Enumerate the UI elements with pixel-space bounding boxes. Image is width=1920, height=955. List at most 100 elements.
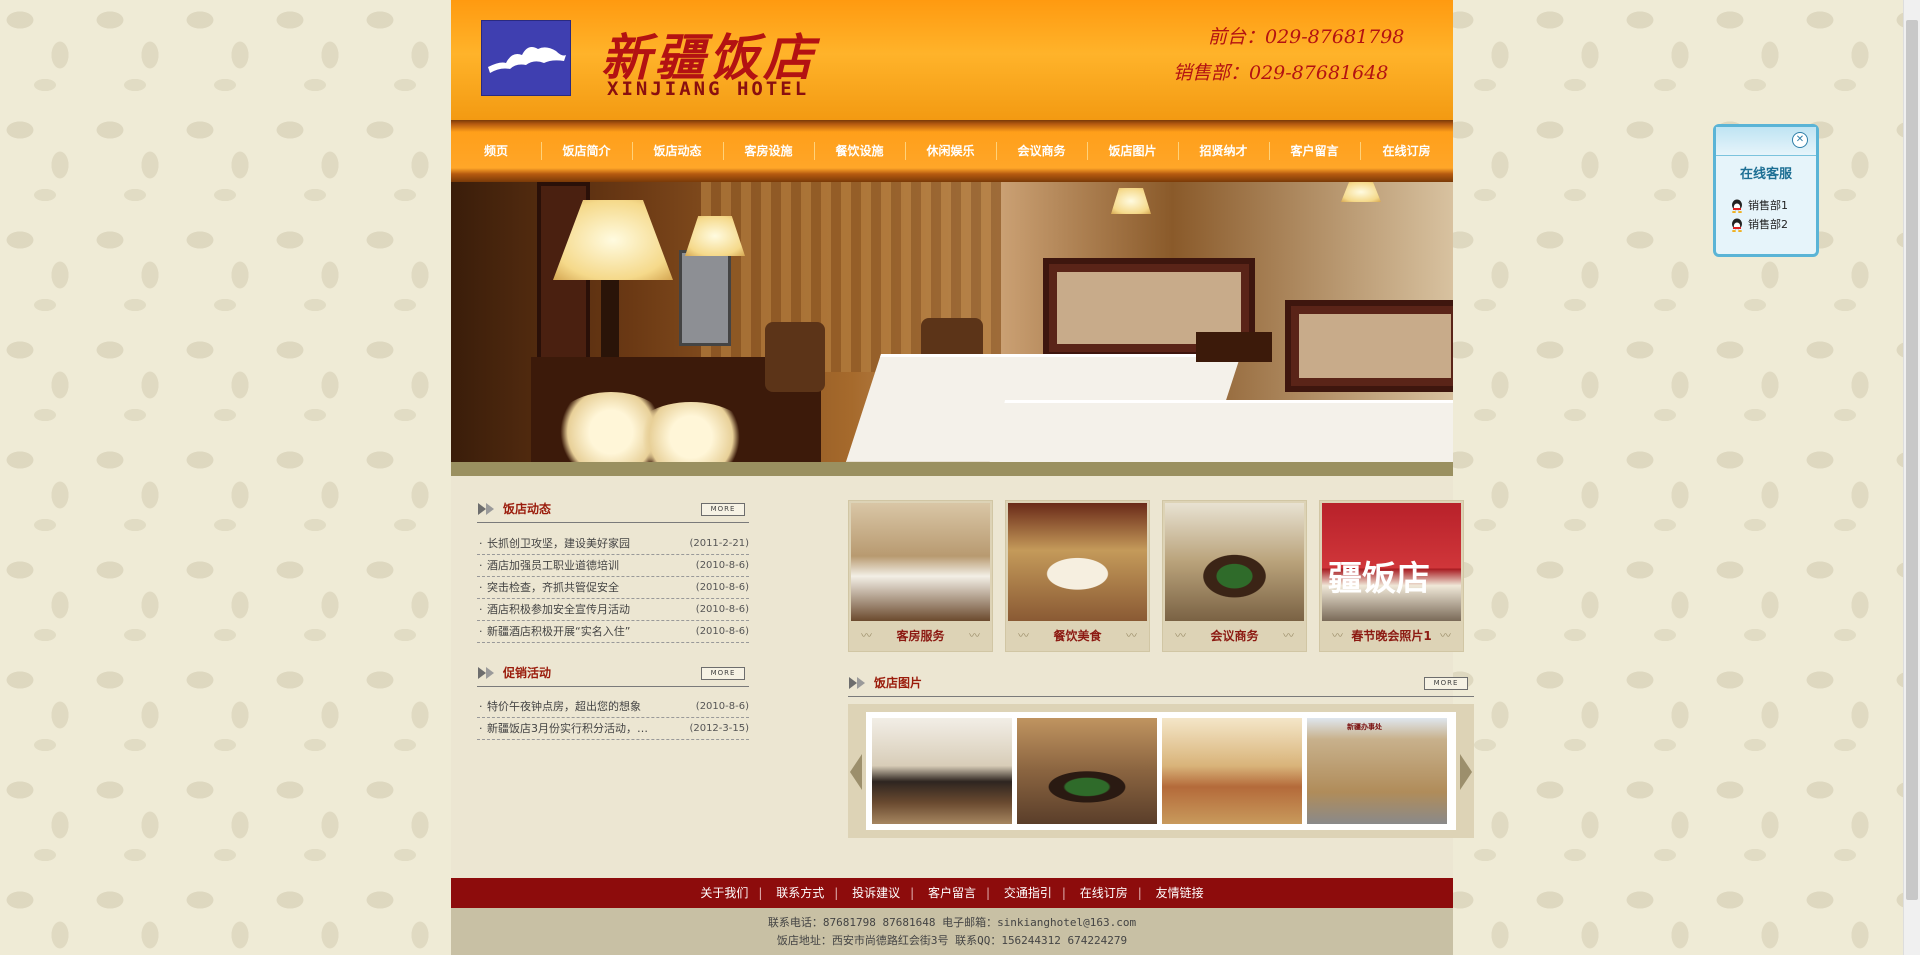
news-title[interactable]: 酒店积极参加安全宣传月活动 [487,603,630,616]
news-date: (2011-2-21) [689,538,749,549]
news-box-title: 饭店动态 [503,502,552,516]
nav-item-messages[interactable]: 客户留言 [1269,134,1360,168]
nav-item-news[interactable]: 饭店动态 [632,134,723,168]
footer-link-friends[interactable]: 友情链接 [1146,886,1214,900]
building-sign: 新疆办事处 [1347,723,1382,731]
list-item[interactable]: 特价午夜钟点房，超出您的想象 (2010-8-6) [477,696,749,718]
room-service-photo[interactable] [851,503,990,621]
service-contact-label[interactable]: 销售部2 [1748,218,1788,231]
mountain-logo-icon [488,47,566,73]
nav-item-business[interactable]: 会议商务 [996,134,1087,168]
list-item[interactable]: 突击检查，齐抓共管促安全 (2010-8-6) [477,577,749,599]
nav-item-booking[interactable]: 在线订房 [1360,134,1453,168]
nav-item-home[interactable]: 频页 [451,134,541,168]
service-contact-2[interactable]: 销售部2 [1730,216,1788,234]
hotel-logo[interactable] [481,20,571,96]
gallery-photo-meeting[interactable] [1017,718,1157,824]
news-title[interactable]: 酒店加强员工职业道德培训 [487,559,619,572]
feature-card-rooms[interactable]: 客房服务 [848,500,993,652]
page-wrapper: 新疆饭店 XINJIANG HOTEL 前台：029-87681798 销售部：… [451,0,1474,955]
news-more-button[interactable]: MORE [701,503,745,516]
dining-photo[interactable] [1008,503,1147,621]
feature-label[interactable]: 春节晚会照片1 [1320,624,1463,648]
promo-date: (2012-3-15) [689,723,749,734]
nav-item-careers[interactable]: 招贤纳才 [1178,134,1269,168]
list-item[interactable]: 酒店加强员工职业道德培训 (2010-8-6) [477,555,749,577]
carousel-prev-arrow-icon[interactable] [850,754,862,790]
list-item[interactable]: 长抓创卫攻坚，建设美好家园 (2011-2-21) [477,533,749,555]
meeting-room-photo[interactable] [1165,503,1304,621]
armchair [765,322,825,392]
news-box-header: 饭店动态 MORE [477,498,749,523]
promo-box-title: 促销活动 [503,666,552,680]
service-contact-1[interactable]: 销售部1 [1730,197,1788,215]
gallery-title: 饭店图片 [874,676,923,690]
gallery-photo-building[interactable]: 新疆办事处 [1307,718,1447,824]
footer-links-bar: 关于我们 | 联系方式 | 投诉建议 | 客户留言 | 交通指引 | 在线订房 | 友情链接 [451,878,1453,908]
television [679,250,731,346]
front-desk-phone: 前台：029-87681798 [1208,26,1405,48]
footer-link-complaints[interactable]: 投诉建议 [842,886,910,900]
feature-label[interactable]: 会议商务 [1163,624,1306,648]
news-date: (2010-8-6) [695,582,749,593]
news-title[interactable]: 突击检查，齐抓共管促安全 [487,581,619,594]
double-arrow-icon [478,503,494,515]
list-item[interactable]: 新疆酒店积极开展“实名入住” (2010-8-6) [477,621,749,643]
site-header: 新疆饭店 XINJIANG HOTEL 前台：029-87681798 销售部：… [451,0,1453,120]
nav-item-leisure[interactable]: 休闲娱乐 [905,134,996,168]
qq-penguin-icon [1732,218,1742,232]
gallery-more-button[interactable]: MORE [1424,677,1468,690]
photo-carousel: 新疆办事处 [848,704,1474,838]
footer-contact-line: 联系电话：87681798 87681648 电子邮箱：sinkianghote… [767,916,1137,929]
feature-label[interactable]: 客房服务 [849,624,992,648]
news-title[interactable]: 新疆酒店积极开展“实名入住” [487,625,630,638]
hero-banner-hotel-room [451,182,1453,462]
sales-phone: 销售部：029-87681648 [1173,62,1389,84]
main-content: 饭店动态 MORE 长抓创卫攻坚，建设美好家园 (2011-2-21) 酒店加强员… [451,476,1474,878]
footer-link-contact[interactable]: 联系方式 [766,886,834,900]
nav-item-photos[interactable]: 饭店图片 [1087,134,1178,168]
nightstand [1196,332,1272,362]
carousel-next-arrow-icon[interactable] [1460,754,1472,790]
list-item[interactable]: 酒店积极参加安全宣传月活动 (2010-8-6) [477,599,749,621]
nav-item-about[interactable]: 饭店简介 [541,134,632,168]
feature-card-dining[interactable]: 餐饮美食 [1005,500,1150,652]
promo-title[interactable]: 新疆饭店3月份实行积分活动，… [487,722,648,735]
news-date: (2010-8-6) [695,604,749,615]
scrollbar-thumb[interactable] [1906,20,1918,900]
banner-divider [451,462,1453,476]
footer-link-about[interactable]: 关于我们 [690,886,758,900]
feature-card-gala[interactable]: 疆饭店 春节晚会照片1 [1319,500,1464,652]
promo-more-button[interactable]: MORE [701,667,745,680]
double-arrow-icon [849,677,865,689]
feature-card-business[interactable]: 会议商务 [1162,500,1307,652]
gallery-photo-dining-hall[interactable] [1162,718,1302,824]
promo-date: (2010-8-6) [695,701,749,712]
promo-box-header: 促销活动 MORE [477,662,749,687]
promo-list: 特价午夜钟点房，超出您的想象 (2010-8-6) 新疆饭店3月份实行积分活动，…… [477,696,749,740]
qq-penguin-icon [1732,199,1742,213]
double-arrow-icon [478,667,494,679]
footer-link-booking[interactable]: 在线订房 [1070,886,1138,900]
footer-info: 联系电话：87681798 87681648 电子邮箱：sinkianghote… [451,908,1453,955]
service-contact-label[interactable]: 销售部1 [1748,199,1788,212]
footer-link-messages[interactable]: 客户留言 [918,886,986,900]
hotel-name-english: XINJIANG HOTEL [607,78,810,100]
service-title: 在线客服 [1739,167,1792,182]
nav-item-rooms[interactable]: 客房设施 [723,134,814,168]
footer-address-line: 饭店地址：西安市尚德路红会街3号 联系QQ：156244312 67422427… [776,934,1128,947]
feature-label[interactable]: 餐饮美食 [1006,624,1149,648]
news-date: (2010-8-6) [695,560,749,571]
footer-link-directions[interactable]: 交通指引 [994,886,1062,900]
vertical-scrollbar[interactable] [1903,0,1920,955]
gala-banner-text: 疆饭店 [1328,559,1430,599]
list-item[interactable]: 新疆饭店3月份实行积分活动，… (2012-3-15) [477,718,749,740]
news-title[interactable]: 长抓创卫攻坚，建设美好家园 [487,537,630,550]
promo-title[interactable]: 特价午夜钟点房，超出您的想象 [487,700,641,713]
gallery-photo-lounge[interactable] [872,718,1012,824]
nav-item-dining[interactable]: 餐饮设施 [814,134,905,168]
gala-photo[interactable]: 疆饭店 [1322,503,1461,621]
online-service-panel: ✕ 在线客服 销售部1 销售部2 [1713,124,1819,257]
close-icon[interactable]: ✕ [1792,132,1808,148]
main-navigation: 频页 饭店简介 饭店动态 客房设施 餐饮设施 休闲娱乐 会议商务 饭店图片 招贤… [451,120,1453,182]
